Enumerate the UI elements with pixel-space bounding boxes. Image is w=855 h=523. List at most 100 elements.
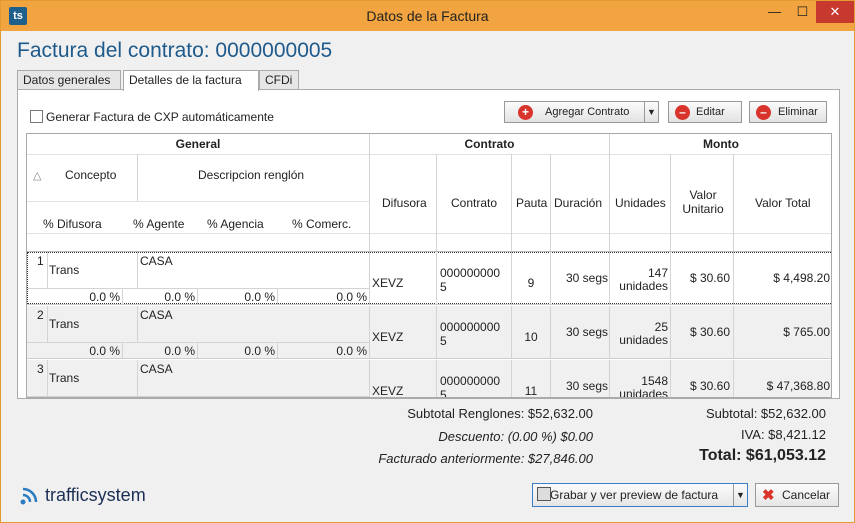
col-pct-agencia[interactable]: % Agencia	[207, 217, 264, 231]
table-row[interactable]: 1 Trans CASA 0.0 % 0.0 % 0.0 % 0.0 % XEVZ 000000…	[27, 252, 831, 305]
logo-text: trafficsystem	[45, 485, 146, 505]
cell-contrato-suffix: 5	[440, 388, 447, 398]
cell-contrato: 000000000	[440, 374, 501, 388]
cell-difusora: XEVZ	[372, 330, 404, 344]
cell-descripcion: CASA	[140, 254, 173, 268]
cell-concepto: Trans	[49, 317, 80, 331]
col-valor-unitario[interactable]: Valor Unitario	[675, 188, 731, 216]
cell-difusora: XEVZ	[372, 276, 404, 290]
group-header-general: General	[27, 137, 369, 151]
facturado-anteriormente: Facturado anteriormente: $27,846.00	[378, 451, 593, 466]
cell-duracion: 30 segs	[565, 325, 608, 339]
row-number: 2	[37, 308, 44, 322]
close-window-button[interactable]: ✕	[816, 1, 854, 23]
cell-descripcion: CASA	[140, 362, 173, 376]
auto-cxp-checkbox[interactable]	[30, 110, 43, 123]
cell-valor-unitario: $ 30.60	[689, 379, 730, 393]
edit-icon: –	[675, 105, 690, 120]
col-unidades[interactable]: Unidades	[615, 196, 666, 210]
sort-icon[interactable]: △	[33, 169, 42, 182]
cell-contrato: 000000000	[440, 320, 501, 334]
dialog-window: ts Datos de la Factura — ☐ ✕ Factura del…	[0, 0, 855, 523]
descuento: Descuento: (0.00 %) $0.00	[438, 429, 593, 444]
cell-unidades: 147	[647, 266, 668, 280]
minimize-button[interactable]: —	[761, 1, 788, 23]
col-pct-comerc[interactable]: % Comerc.	[292, 217, 352, 231]
cell-pct-agencia: 0.0 %	[244, 344, 275, 358]
cell-contrato-suffix: 5	[440, 280, 447, 294]
details-panel: Generar Factura de CXP automáticamente +…	[17, 89, 840, 399]
cell-valor-total: $ 47,368.80	[766, 379, 830, 393]
cell-unidades-label: unidades	[619, 333, 668, 347]
col-duracion[interactable]: Duración	[554, 196, 603, 210]
cell-duracion: 30 segs	[565, 379, 608, 393]
cell-unidades-label: unidades	[619, 279, 668, 293]
col-pauta[interactable]: Pauta	[516, 196, 548, 210]
table-row[interactable]: 2 Trans CASA 0.0 % 0.0 % 0.0 % 0.0 % XEVZ 000000…	[27, 306, 831, 359]
group-header-monto: Monto	[610, 137, 831, 151]
cell-pct-difusora: 0.0 %	[89, 290, 120, 304]
delete-icon: –	[756, 105, 771, 120]
cell-valor-unitario: $ 30.60	[689, 325, 730, 339]
chevron-down-icon[interactable]: ▼	[644, 102, 658, 122]
tab-datos-generales[interactable]: Datos generales	[17, 70, 121, 90]
col-difusora[interactable]: Difusora	[382, 196, 427, 210]
title-bar[interactable]: ts Datos de la Factura — ☐ ✕	[1, 1, 854, 31]
subtotal: Subtotal: $52,632.00	[706, 406, 826, 421]
cell-pct-difusora: 0.0 %	[89, 344, 120, 358]
save-preview-label: Grabar y ver preview de factura	[550, 488, 719, 502]
delete-label: Eliminar	[778, 106, 818, 118]
cell-pauta: 10	[524, 330, 538, 344]
col-descripcion[interactable]: Descripcion renglón	[198, 168, 305, 182]
col-pct-difusora[interactable]: % Difusora	[43, 217, 102, 231]
table-row[interactable]: 3TransCASA0.0 %0.0 %0.0 %0.0 %XEVZ000000…	[27, 360, 831, 398]
col-contrato[interactable]: Contrato	[451, 196, 498, 210]
printer-icon	[537, 487, 551, 501]
cancel-button[interactable]: ✖ Cancelar	[755, 483, 839, 507]
invoice-lines-grid[interactable]: General Contrato Monto △ Concepto Descri…	[26, 133, 832, 398]
cell-duracion: 30 segs	[565, 271, 608, 285]
edit-label: Editar	[696, 106, 725, 118]
cell-contrato: 000000000	[440, 266, 501, 280]
cell-unidades-label: unidades	[619, 387, 668, 398]
cell-concepto: Trans	[49, 263, 80, 277]
page-title: Factura del contrato: 0000000005	[17, 39, 333, 62]
delete-button[interactable]: – Eliminar	[749, 101, 827, 123]
edit-button[interactable]: – Editar	[668, 101, 742, 123]
tab-cfdi[interactable]: CFDi	[259, 70, 299, 90]
col-concepto[interactable]: Concepto	[65, 168, 117, 182]
cell-concepto: Trans	[49, 371, 80, 385]
cell-pct-agente: 0.0 %	[164, 290, 195, 304]
add-icon: +	[518, 105, 533, 120]
cell-pct-comerc: 0.0 %	[336, 344, 367, 358]
chevron-down-icon[interactable]: ▼	[733, 484, 747, 506]
group-header-contrato: Contrato	[370, 137, 609, 151]
cancel-label: Cancelar	[782, 488, 831, 502]
cell-pauta: 11	[524, 384, 538, 398]
auto-cxp-label: Generar Factura de CXP automáticamente	[46, 110, 274, 124]
cell-contrato-suffix: 5	[440, 334, 447, 348]
add-contract-button[interactable]: + Agregar Contrato ▼	[504, 101, 659, 123]
cell-pauta: 9	[527, 276, 535, 290]
cell-descripcion: CASA	[140, 308, 173, 322]
window-title: Datos de la Factura	[366, 8, 489, 24]
tab-detalles-factura[interactable]: Detalles de la factura	[123, 70, 259, 91]
maximize-button[interactable]: ☐	[789, 1, 816, 23]
cell-pct-comerc: 0.0 %	[336, 290, 367, 304]
total: Total: $61,053.12	[699, 447, 826, 464]
save-preview-button[interactable]: Grabar y ver preview de factura ▼	[532, 483, 748, 507]
row-number: 1	[37, 254, 44, 268]
cell-valor-unitario: $ 30.60	[689, 271, 730, 285]
signal-logo-icon	[20, 487, 38, 505]
cell-difusora: XEVZ	[372, 384, 404, 398]
col-valor-total[interactable]: Valor Total	[755, 196, 811, 210]
add-contract-label: Agregar Contrato	[545, 106, 630, 118]
cell-unidades: 25	[654, 320, 668, 334]
cell-pct-agente: 0.0 %	[164, 344, 195, 358]
cell-pct-agencia: 0.0 %	[244, 290, 275, 304]
cell-unidades: 1548	[641, 374, 668, 388]
cell-valor-total: $ 765.00	[783, 325, 830, 339]
iva: IVA: $8,421.12	[740, 427, 826, 442]
cell-valor-total: $ 4,498.20	[773, 271, 830, 285]
col-pct-agente[interactable]: % Agente	[133, 217, 185, 231]
